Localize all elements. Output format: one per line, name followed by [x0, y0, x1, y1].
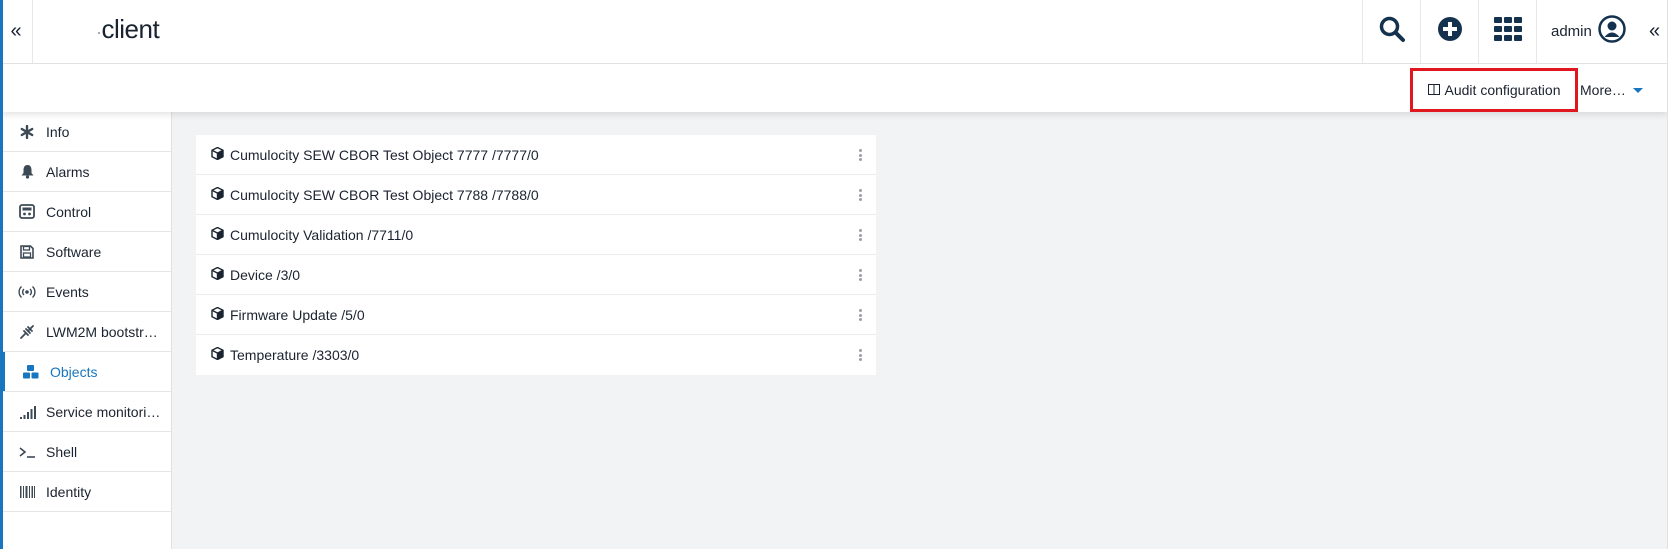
sidebar-item-label: LWM2M bootstr…	[46, 323, 158, 340]
audit-configuration-button[interactable]: Audit configuration	[1410, 68, 1578, 112]
action-bar: Audit configuration More…	[0, 64, 1667, 112]
brand-name: client	[101, 14, 160, 44]
kebab-menu-icon[interactable]	[854, 347, 866, 363]
grid-icon	[1493, 17, 1522, 46]
control-panel-icon	[18, 203, 36, 221]
sidebar-item-software[interactable]: Software	[0, 232, 171, 272]
search-button[interactable]	[1362, 0, 1420, 63]
list-item: Device /3/0	[196, 255, 876, 295]
sidebar-item-label: Software	[46, 243, 102, 260]
more-label: More…	[1580, 82, 1626, 98]
collapse-right-panel-icon[interactable]: «	[1642, 0, 1667, 63]
list-item: Temperature /3303/0	[196, 335, 876, 375]
left-accent-edge	[0, 0, 3, 549]
sidebar-item-info[interactable]: Info	[0, 112, 171, 152]
sidebar-item-label: Alarms	[46, 163, 90, 180]
sidebar-item-lwm2m-bootstrap[interactable]: LWM2M bootstr…	[0, 312, 171, 352]
bell-icon	[18, 163, 36, 181]
sidebar-item-label: Objects	[50, 363, 98, 380]
sidebar-item-control[interactable]: Control	[0, 192, 171, 232]
broadcast-icon	[18, 283, 36, 301]
barcode-icon	[18, 483, 36, 501]
sidebar-item-service-monitoring[interactable]: Service monitori…	[0, 392, 171, 432]
sidebar-item-label: Info	[46, 123, 70, 140]
object-link[interactable]: Firmware Update /5/0	[230, 307, 365, 323]
object-link[interactable]: Cumulocity SEW CBOR Test Object 7788 /77…	[230, 187, 539, 203]
kebab-menu-icon[interactable]	[854, 187, 866, 203]
object-link[interactable]: Cumulocity SEW CBOR Test Object 7777 /77…	[230, 147, 539, 163]
asterisk-icon	[18, 123, 36, 141]
right-panel-strip	[1667, 0, 1677, 549]
app-switcher-button[interactable]	[1478, 0, 1536, 63]
add-button[interactable]	[1420, 0, 1478, 63]
objects-list: Cumulocity SEW CBOR Test Object 7777 /77…	[196, 135, 876, 375]
cube-icon	[211, 346, 224, 363]
object-link[interactable]: Cumulocity Validation /7711/0	[230, 227, 413, 243]
caret-down-icon	[1632, 87, 1643, 93]
columns-icon	[1427, 82, 1440, 98]
list-item: Firmware Update /5/0	[196, 295, 876, 335]
user-name: admin	[1551, 23, 1592, 40]
list-item: Cumulocity SEW CBOR Test Object 7777 /77…	[196, 135, 876, 175]
top-header: « ·client admin «	[0, 0, 1667, 64]
sidebar-item-label: Events	[46, 283, 89, 300]
sidebar-item-alarms[interactable]: Alarms	[0, 152, 171, 192]
plus-circle-icon	[1437, 17, 1462, 46]
kebab-menu-icon[interactable]	[854, 147, 866, 163]
cube-icon	[211, 226, 224, 243]
kebab-menu-icon[interactable]	[854, 267, 866, 283]
user-avatar-icon	[1598, 15, 1626, 48]
collapse-nav-icon[interactable]: «	[0, 0, 33, 63]
sidebar-item-label: Service monitori…	[46, 403, 161, 420]
sidebar: Info Alarms Control Software Events LWM2…	[0, 112, 172, 549]
sidebar-item-objects[interactable]: Objects	[0, 352, 171, 392]
sidebar-item-label: Shell	[46, 443, 78, 460]
cube-icon	[211, 146, 224, 163]
kebab-menu-icon[interactable]	[854, 227, 866, 243]
list-item: Cumulocity SEW CBOR Test Object 7788 /77…	[196, 175, 876, 215]
signal-bars-icon	[18, 403, 36, 421]
sidebar-item-events[interactable]: Events	[0, 272, 171, 312]
app-window: « ·client admin « Audit configuration Mo…	[0, 0, 1677, 549]
search-icon	[1378, 15, 1406, 48]
cube-icon	[211, 266, 224, 283]
cubes-icon	[22, 363, 40, 381]
sidebar-item-shell[interactable]: Shell	[0, 432, 171, 472]
terminal-icon	[18, 443, 36, 461]
user-menu-button[interactable]: admin	[1536, 0, 1642, 63]
cube-icon	[211, 186, 224, 203]
brand-logo: ·client	[96, 14, 160, 44]
audit-configuration-label: Audit configuration	[1444, 82, 1561, 98]
sidebar-item-identity[interactable]: Identity	[0, 472, 171, 512]
list-item: Cumulocity Validation /7711/0	[196, 215, 876, 255]
plug-icon	[18, 323, 36, 341]
more-dropdown-button[interactable]: More…	[1580, 68, 1643, 112]
kebab-menu-icon[interactable]	[854, 307, 866, 323]
floppy-disk-icon	[18, 243, 36, 261]
object-link[interactable]: Device /3/0	[230, 267, 300, 283]
object-link[interactable]: Temperature /3303/0	[230, 347, 359, 363]
sidebar-item-label: Identity	[46, 483, 92, 500]
cube-icon	[211, 306, 224, 323]
sidebar-item-label: Control	[46, 203, 92, 220]
